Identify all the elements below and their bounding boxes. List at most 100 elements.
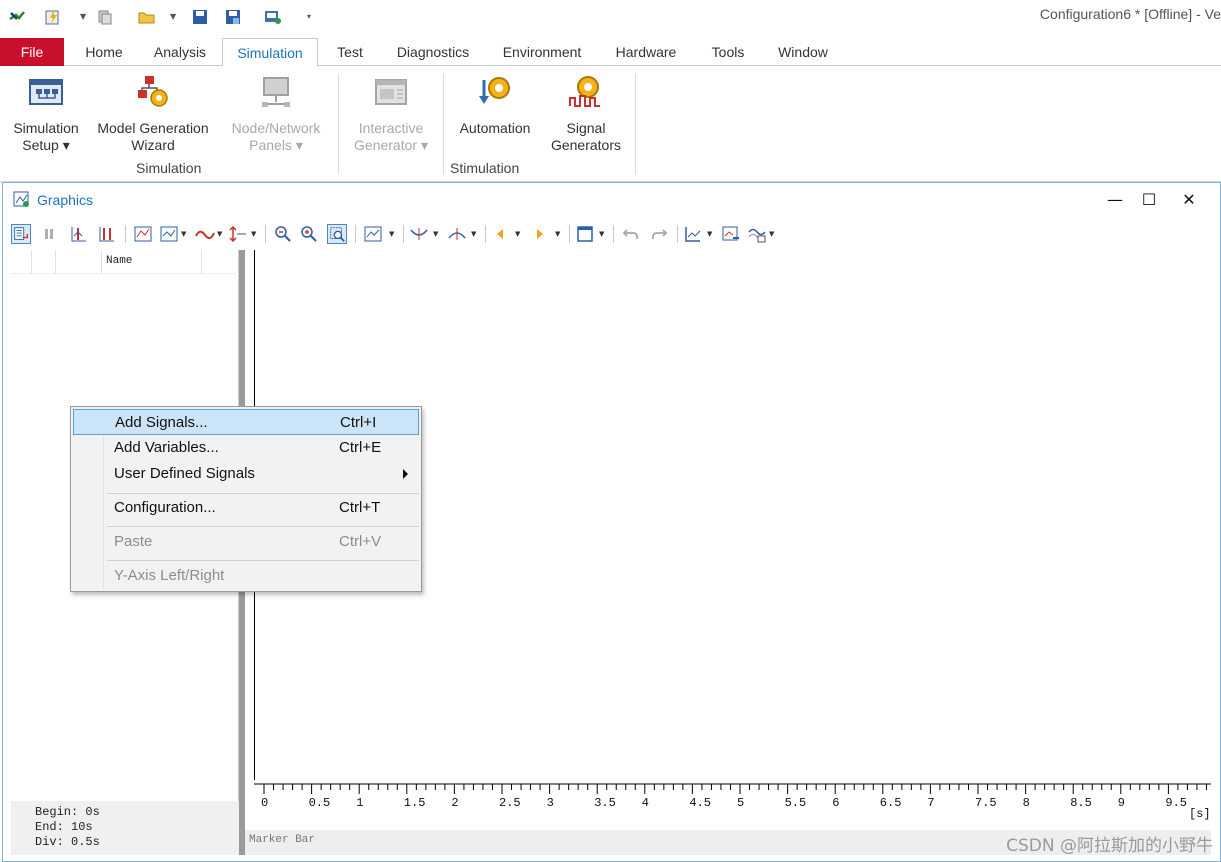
begin-time: Begin: 0s — [35, 805, 100, 819]
tab-test[interactable]: Test — [326, 38, 374, 66]
node-network-panels-button[interactable]: Node/Network Panels ▾ — [222, 74, 330, 154]
open-folder-icon[interactable] — [138, 8, 156, 26]
signal-list-toggle-icon[interactable] — [11, 224, 31, 244]
graphics-window-icon — [13, 191, 29, 207]
menu-separator — [107, 493, 419, 494]
axis-scale-icon[interactable] — [229, 224, 249, 244]
menu-item-y-axis-left-right[interactable]: Y-Axis Left/Right — [73, 563, 419, 589]
save-as-icon[interactable] — [224, 8, 242, 26]
previous-icon[interactable] — [491, 224, 511, 244]
automation-button[interactable]: Automation — [452, 74, 538, 137]
menu-separator — [107, 560, 419, 561]
ribbon-separator — [635, 74, 636, 174]
window-layout-icon[interactable] — [575, 224, 595, 244]
x-tick-label: 3 — [547, 796, 554, 810]
menu-item-paste[interactable]: Paste Ctrl+V — [73, 529, 419, 555]
menu-item-configuration[interactable]: Configuration... Ctrl+T — [73, 495, 419, 521]
column-divider — [201, 250, 202, 274]
chevron-down-icon[interactable]: ▼ — [389, 230, 394, 238]
copy-icon[interactable] — [96, 8, 114, 26]
menu-item-user-defined-signals[interactable]: User Defined Signals — [73, 461, 419, 487]
interactive-generator-button[interactable]: Interactive Generator ▾ — [345, 74, 437, 154]
tab-home[interactable]: Home — [72, 38, 136, 66]
chevron-down-icon[interactable]: ▼ — [515, 230, 520, 238]
minimize-button[interactable]: — — [1101, 189, 1129, 211]
x-tick-label: 3.5 — [594, 796, 616, 810]
column-divider — [101, 250, 102, 274]
next-icon[interactable] — [529, 224, 549, 244]
submenu-arrow-icon — [403, 469, 408, 479]
tab-analysis[interactable]: Analysis — [143, 38, 217, 66]
signal-options-icon[interactable] — [747, 224, 767, 244]
redo-icon[interactable] — [649, 224, 669, 244]
zoom-in-icon[interactable] — [299, 224, 319, 244]
close-button[interactable]: ✕ — [1175, 189, 1203, 211]
menu-item-shortcut: Ctrl+T — [339, 499, 381, 516]
chevron-down-icon[interactable]: ▼ — [555, 230, 560, 238]
save-icon[interactable] — [191, 8, 209, 26]
chevron-down-icon[interactable]: ▼ — [80, 12, 86, 21]
menu-item-shortcut: Ctrl+V — [339, 533, 382, 550]
name-column-header[interactable]: Name — [106, 255, 132, 267]
chevron-down-icon[interactable]: ▼ — [251, 230, 256, 238]
axis-options-icon[interactable] — [683, 224, 703, 244]
chevron-down-icon[interactable]: ▼ — [769, 230, 774, 238]
app-logo-icon[interactable] — [8, 8, 26, 26]
watermark: CSDN @阿拉斯加的小野牛 — [1006, 836, 1213, 856]
chevron-down-icon[interactable]: ▼ — [217, 230, 222, 238]
layout-icon[interactable] — [159, 224, 179, 244]
time-info-panel: Begin: 0s End: 10s Div: 0.5s — [11, 801, 239, 855]
undo-icon[interactable] — [621, 224, 641, 244]
next-rising-edge-icon[interactable] — [409, 224, 429, 244]
zoom-out-icon[interactable] — [273, 224, 293, 244]
simulation-setup-button[interactable]: Simulation Setup ▾ — [6, 74, 86, 154]
chevron-down-icon[interactable]: ▼ — [471, 230, 476, 238]
toolbar-separator — [403, 225, 404, 243]
tab-hardware[interactable]: Hardware — [604, 38, 688, 66]
x-tick-label: 8.5 — [1070, 796, 1092, 810]
measurement-marker-icon[interactable] — [69, 224, 89, 244]
signal-generators-button[interactable]: Signal Generators — [544, 74, 628, 154]
maximize-button[interactable]: ☐ — [1135, 189, 1163, 211]
chevron-down-icon[interactable]: ▼ — [433, 230, 438, 238]
zoom-box-icon[interactable] — [327, 224, 347, 244]
toolbar-separator — [677, 225, 678, 243]
customize-dropdown-icon[interactable]: ▾ — [307, 12, 311, 21]
export-icon[interactable] — [721, 224, 741, 244]
division-time: Div: 0.5s — [35, 835, 100, 849]
model-wizard-label-1: Model Generation — [97, 120, 209, 136]
chevron-down-icon[interactable]: ▼ — [599, 230, 604, 238]
model-generation-wizard-button[interactable]: Model Generation Wizard — [92, 74, 214, 154]
chevron-down-icon[interactable]: ▼ — [170, 12, 176, 21]
tab-simulation[interactable]: Simulation — [222, 38, 318, 67]
tab-tools[interactable]: Tools — [700, 38, 756, 66]
x-tick-label: 4 — [642, 796, 649, 810]
model-wizard-icon — [138, 76, 168, 107]
tab-window[interactable]: Window — [766, 38, 840, 66]
fit-all-icon[interactable] — [133, 224, 153, 244]
chevron-down-icon[interactable]: ▼ — [707, 230, 712, 238]
simulation-setup-label-1: Simulation — [13, 120, 79, 136]
lightning-icon[interactable] — [44, 8, 62, 26]
x-axis-unit: [s] — [1189, 807, 1211, 821]
difference-marker-icon[interactable] — [97, 224, 117, 244]
package-icon[interactable] — [264, 8, 282, 26]
interactive-generator-icon — [375, 79, 407, 105]
tab-file[interactable]: File — [0, 38, 64, 66]
menu-item-add-signals[interactable]: Add Signals... Ctrl+I — [73, 409, 419, 435]
signal-generators-label-1: Signal — [566, 120, 606, 136]
menu-item-label: Add Variables... — [114, 439, 219, 456]
next-falling-edge-icon[interactable] — [447, 224, 467, 244]
chevron-down-icon[interactable]: ▼ — [181, 230, 186, 238]
menu-item-add-variables[interactable]: Add Variables... Ctrl+E — [73, 435, 419, 461]
interactive-generator-label-1: Interactive — [358, 120, 424, 136]
x-tick-label: 5 — [737, 796, 744, 810]
menu-item-label: Add Signals... — [115, 414, 208, 431]
pause-icon[interactable] — [39, 224, 59, 244]
tab-environment[interactable]: Environment — [492, 38, 592, 66]
chart-mode-icon[interactable] — [363, 224, 383, 244]
line-style-icon[interactable] — [195, 224, 215, 244]
x-tick-label: 4.5 — [689, 796, 711, 810]
x-tick-label: 0 — [261, 796, 268, 810]
tab-diagnostics[interactable]: Diagnostics — [386, 38, 480, 66]
